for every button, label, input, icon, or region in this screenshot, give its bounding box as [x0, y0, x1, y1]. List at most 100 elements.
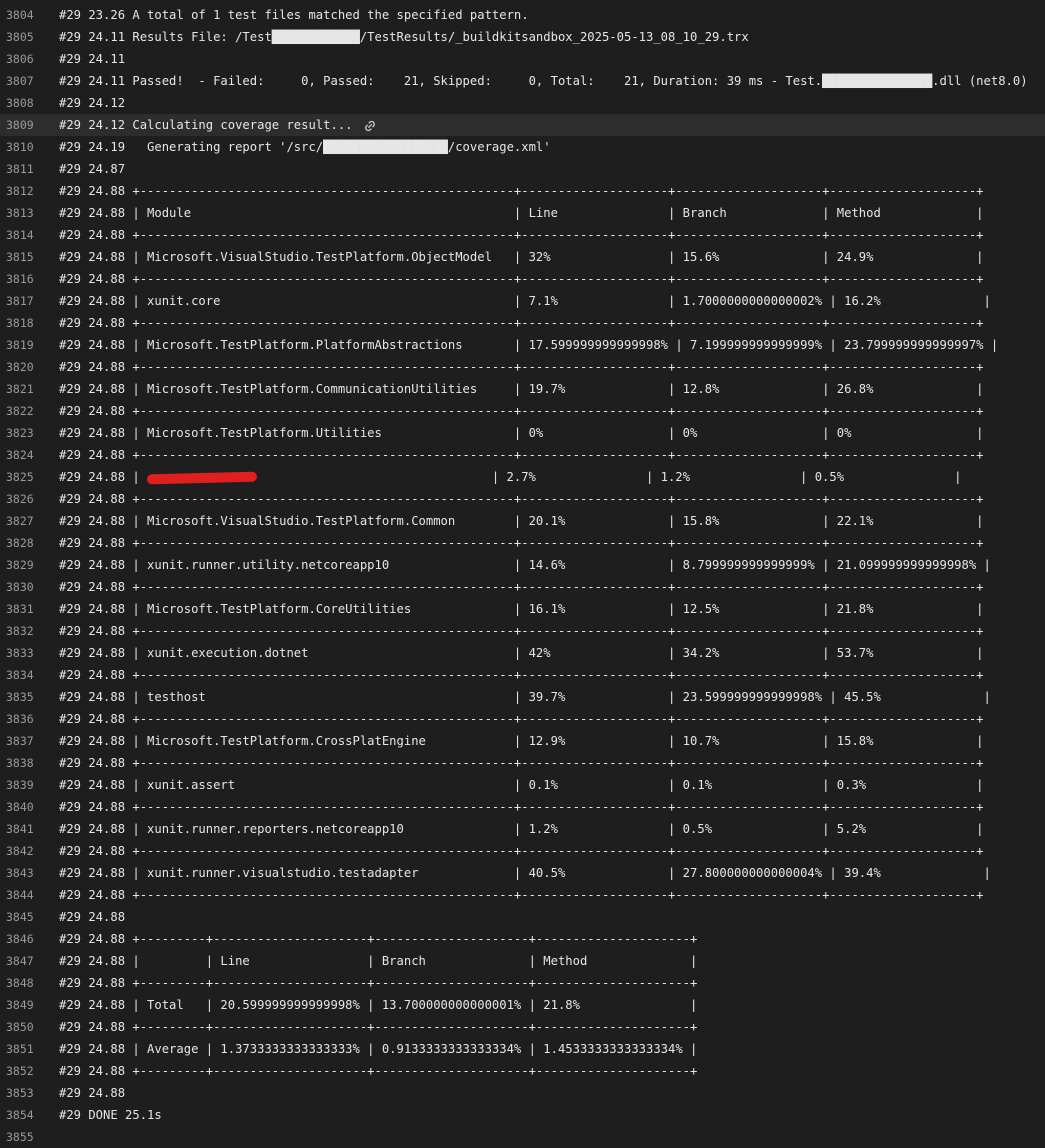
line-number[interactable]: 3818	[0, 312, 48, 334]
log-line[interactable]: 3822 #29 24.88 +-------------------------…	[0, 400, 1045, 422]
line-number[interactable]: 3848	[0, 972, 48, 994]
line-number[interactable]: 3841	[0, 818, 48, 840]
line-number[interactable]: 3825	[0, 466, 48, 488]
line-number[interactable]: 3820	[0, 356, 48, 378]
line-number[interactable]: 3826	[0, 488, 48, 510]
log-line[interactable]: 3855	[0, 1126, 1045, 1148]
line-number[interactable]: 3843	[0, 862, 48, 884]
line-number[interactable]: 3829	[0, 554, 48, 576]
line-number[interactable]: 3839	[0, 774, 48, 796]
log-line[interactable]: 3823 #29 24.88 | Microsoft.TestPlatform.U…	[0, 422, 1045, 444]
line-number[interactable]: 3845	[0, 906, 48, 928]
log-line[interactable]: 3833 #29 24.88 | xunit.execution.dotnet |…	[0, 642, 1045, 664]
line-number[interactable]: 3832	[0, 620, 48, 642]
line-number[interactable]: 3828	[0, 532, 48, 554]
log-line[interactable]: 3852 #29 24.88 +---------+---------------…	[0, 1060, 1045, 1082]
log-line[interactable]: 3842 #29 24.88 +-------------------------…	[0, 840, 1045, 862]
line-number[interactable]: 3807	[0, 70, 48, 92]
log-line[interactable]: 3827 #29 24.88 | Microsoft.VisualStudio.T…	[0, 510, 1045, 532]
log-line[interactable]: 3847 #29 24.88 | | Line | Branch | Method…	[0, 950, 1045, 972]
line-number[interactable]: 3805	[0, 26, 48, 48]
line-number[interactable]: 3838	[0, 752, 48, 774]
log-line[interactable]: 3809 #29 24.12 Calculating coverage resul…	[0, 114, 1045, 136]
line-number[interactable]: 3833	[0, 642, 48, 664]
line-number[interactable]: 3834	[0, 664, 48, 686]
log-line[interactable]: 3831 #29 24.88 | Microsoft.TestPlatform.C…	[0, 598, 1045, 620]
log-line[interactable]: 3829 #29 24.88 | xunit.runner.utility.net…	[0, 554, 1045, 576]
log-line[interactable]: 3836 #29 24.88 +-------------------------…	[0, 708, 1045, 730]
line-number[interactable]: 3806	[0, 48, 48, 70]
link-icon[interactable]	[363, 119, 377, 133]
log-line[interactable]: 3817 #29 24.88 | xunit.core | 7.1% | 1.70…	[0, 290, 1045, 312]
line-number[interactable]: 3816	[0, 268, 48, 290]
line-number[interactable]: 3808	[0, 92, 48, 114]
log-line[interactable]: 3808 #29 24.12	[0, 92, 1045, 114]
line-number[interactable]: 3842	[0, 840, 48, 862]
line-number[interactable]: 3836	[0, 708, 48, 730]
log-line[interactable]: 3806 #29 24.11	[0, 48, 1045, 70]
log-line[interactable]: 3853 #29 24.88	[0, 1082, 1045, 1104]
log-line[interactable]: 3841 #29 24.88 | xunit.runner.reporters.n…	[0, 818, 1045, 840]
line-number[interactable]: 3840	[0, 796, 48, 818]
log-line[interactable]: 3838 #29 24.88 +-------------------------…	[0, 752, 1045, 774]
log-line[interactable]: 3816 #29 24.88 +-------------------------…	[0, 268, 1045, 290]
log-line[interactable]: 3851 #29 24.88 | Average | 1.373333333333…	[0, 1038, 1045, 1060]
line-number[interactable]: 3830	[0, 576, 48, 598]
line-number[interactable]: 3849	[0, 994, 48, 1016]
log-line[interactable]: 3848 #29 24.88 +---------+---------------…	[0, 972, 1045, 994]
log-line[interactable]: 3832 #29 24.88 +-------------------------…	[0, 620, 1045, 642]
line-number[interactable]: 3847	[0, 950, 48, 972]
line-number[interactable]: 3831	[0, 598, 48, 620]
log-line[interactable]: 3844 #29 24.88 +-------------------------…	[0, 884, 1045, 906]
line-number[interactable]: 3819	[0, 334, 48, 356]
line-number[interactable]: 3853	[0, 1082, 48, 1104]
line-number[interactable]: 3854	[0, 1104, 48, 1126]
log-line[interactable]: 3813 #29 24.88 | Module | Line | Branch |…	[0, 202, 1045, 224]
line-number[interactable]: 3821	[0, 378, 48, 400]
line-number[interactable]: 3852	[0, 1060, 48, 1082]
log-line[interactable]: 3824 #29 24.88 +-------------------------…	[0, 444, 1045, 466]
line-number[interactable]: 3824	[0, 444, 48, 466]
log-line[interactable]: 3811 #29 24.87	[0, 158, 1045, 180]
log-line[interactable]: 3850 #29 24.88 +---------+---------------…	[0, 1016, 1045, 1038]
log-line[interactable]: 3835 #29 24.88 | testhost | 39.7% | 23.59…	[0, 686, 1045, 708]
log-line[interactable]: 3854 #29 DONE 25.1s	[0, 1104, 1045, 1126]
line-number[interactable]: 3815	[0, 246, 48, 268]
log-line[interactable]: 3825 #29 24.88 | | 2.7% | 1.2% | 0.5% |	[0, 466, 1045, 488]
log-line[interactable]: 3805 #29 24.11 Results File: /Test███████…	[0, 26, 1045, 48]
line-number[interactable]: 3846	[0, 928, 48, 950]
log-line[interactable]: 3818 #29 24.88 +-------------------------…	[0, 312, 1045, 334]
log-line[interactable]: 3804 #29 23.26 A total of 1 test files ma…	[0, 4, 1045, 26]
log-line[interactable]: 3826 #29 24.88 +-------------------------…	[0, 488, 1045, 510]
log-line[interactable]: 3819 #29 24.88 | Microsoft.TestPlatform.P…	[0, 334, 1045, 356]
line-number[interactable]: 3844	[0, 884, 48, 906]
line-number[interactable]: 3822	[0, 400, 48, 422]
line-number[interactable]: 3813	[0, 202, 48, 224]
log-line[interactable]: 3840 #29 24.88 +-------------------------…	[0, 796, 1045, 818]
line-number[interactable]: 3817	[0, 290, 48, 312]
line-number[interactable]: 3850	[0, 1016, 48, 1038]
log-line[interactable]: 3845 #29 24.88	[0, 906, 1045, 928]
log-line[interactable]: 3830 #29 24.88 +-------------------------…	[0, 576, 1045, 598]
line-number[interactable]: 3809	[0, 114, 48, 136]
line-number[interactable]: 3811	[0, 158, 48, 180]
line-number[interactable]: 3804	[0, 4, 48, 26]
log-line[interactable]: 3815 #29 24.88 | Microsoft.VisualStudio.T…	[0, 246, 1045, 268]
line-number[interactable]: 3835	[0, 686, 48, 708]
log-line[interactable]: 3839 #29 24.88 | xunit.assert | 0.1% | 0.…	[0, 774, 1045, 796]
line-number[interactable]: 3810	[0, 136, 48, 158]
log-line[interactable]: 3807 #29 24.11 Passed! - Failed: 0, Passe…	[0, 70, 1045, 92]
line-number[interactable]: 3827	[0, 510, 48, 532]
log-line[interactable]: 3846 #29 24.88 +---------+---------------…	[0, 928, 1045, 950]
line-number[interactable]: 3837	[0, 730, 48, 752]
line-number[interactable]: 3814	[0, 224, 48, 246]
log-line[interactable]: 3821 #29 24.88 | Microsoft.TestPlatform.C…	[0, 378, 1045, 400]
line-number[interactable]: 3812	[0, 180, 48, 202]
log-line[interactable]: 3834 #29 24.88 +-------------------------…	[0, 664, 1045, 686]
log-line[interactable]: 3837 #29 24.88 | Microsoft.TestPlatform.C…	[0, 730, 1045, 752]
line-number[interactable]: 3823	[0, 422, 48, 444]
log-line[interactable]: 3812 #29 24.88 +-------------------------…	[0, 180, 1045, 202]
log-line[interactable]: 3820 #29 24.88 +-------------------------…	[0, 356, 1045, 378]
line-number[interactable]: 3855	[0, 1126, 48, 1148]
log-line[interactable]: 3843 #29 24.88 | xunit.runner.visualstudi…	[0, 862, 1045, 884]
